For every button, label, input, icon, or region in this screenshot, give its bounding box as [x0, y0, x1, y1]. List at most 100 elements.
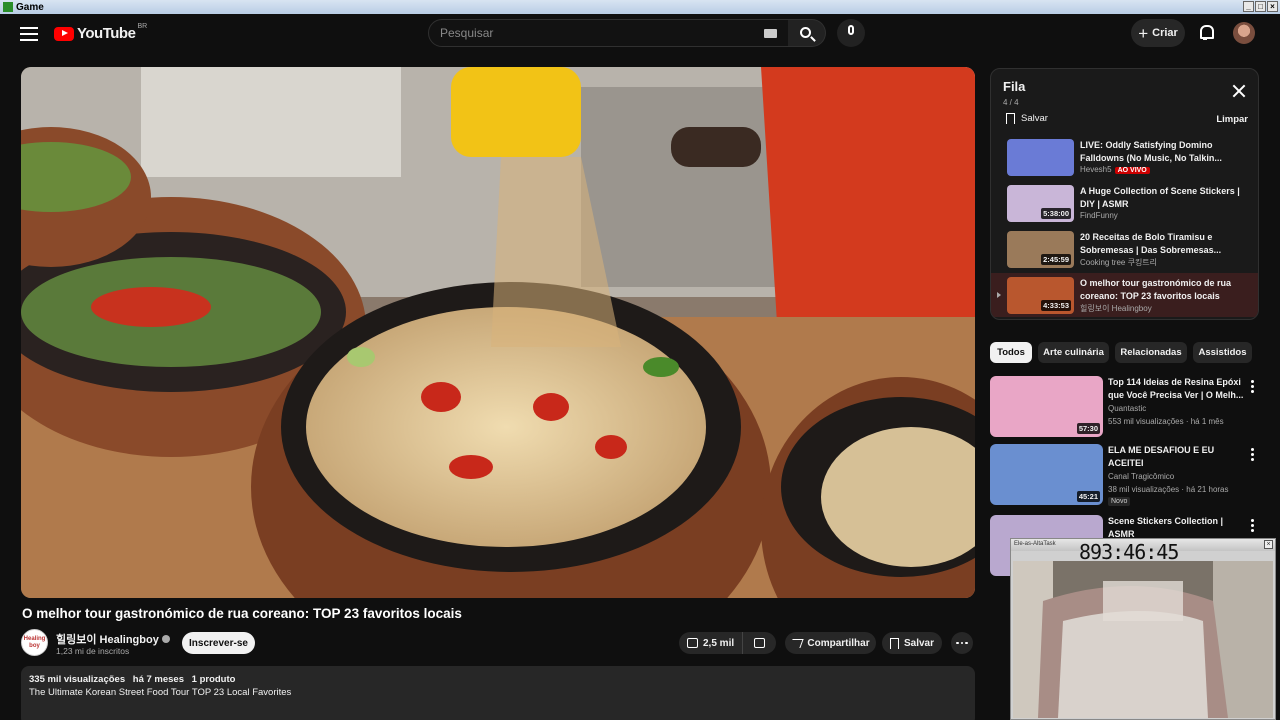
- video-player[interactable]: [21, 67, 975, 598]
- recommendation-channel[interactable]: Canal Tragicômico: [1108, 472, 1174, 481]
- video-title: O melhor tour gastronómico de rua corean…: [22, 606, 462, 621]
- recommendation-thumbnail[interactable]: 57:30: [990, 376, 1103, 437]
- plus-icon: +: [1138, 23, 1149, 43]
- product-count[interactable]: 1 produto: [192, 674, 236, 685]
- verified-badge-icon: [161, 635, 170, 643]
- new-badge: Novo: [1108, 497, 1131, 506]
- like-button[interactable]: 2,5 mil: [679, 632, 743, 654]
- queue-item-title[interactable]: 20 Receitas de Bolo Tiramisu e Sobremesa…: [1080, 231, 1245, 257]
- logo-country-code: BR: [137, 23, 148, 30]
- recommendation-duration: 57:30: [1076, 423, 1100, 434]
- create-label: Criar: [1152, 27, 1178, 39]
- queue-channel-name: FindFunny: [1080, 211, 1118, 220]
- now-playing-icon: [997, 292, 1001, 298]
- chip-relacionadas[interactable]: Relacionadas: [1115, 342, 1187, 363]
- minimize-button[interactable]: _: [1243, 1, 1254, 12]
- save-label: Salvar: [903, 637, 935, 649]
- window-title-bar: Game _ □ ×: [0, 0, 1280, 14]
- account-avatar[interactable]: [1233, 22, 1255, 44]
- queue-item-title[interactable]: LIVE: Oddly Satisfying Domino Falldowns …: [1080, 139, 1245, 165]
- queue-thumbnail[interactable]: [1007, 139, 1074, 176]
- thumbs-down-icon: [754, 638, 765, 648]
- queue-item-channel: Cooking tree 쿠킹트리: [1080, 257, 1157, 268]
- queue-clear-button[interactable]: Limpar: [1216, 114, 1248, 125]
- search-button[interactable]: [788, 19, 826, 47]
- chip-arte-culinaria[interactable]: Arte culinária: [1038, 342, 1109, 363]
- queue-count: 4 / 4: [1003, 98, 1019, 107]
- channel-name[interactable]: 힐링보이 Healingboy: [56, 631, 170, 647]
- webcam-close-button[interactable]: ×: [1264, 540, 1273, 549]
- share-button[interactable]: Compartilhar: [785, 632, 876, 654]
- queue-item[interactable]: 5:38:00 A Huge Collection of Scene Sticke…: [991, 181, 1258, 225]
- view-count: 335 mil visualizações: [29, 674, 126, 685]
- queue-thumbnail[interactable]: 4:33:53: [1007, 277, 1074, 314]
- dislike-button[interactable]: [743, 638, 776, 648]
- close-window-button[interactable]: ×: [1267, 1, 1278, 12]
- queue-item[interactable]: 2:45:59 20 Receitas de Bolo Tiramisu e So…: [991, 227, 1258, 271]
- search-icon: [800, 27, 811, 38]
- like-count: 2,5 mil: [703, 637, 735, 649]
- recommendation-channel[interactable]: Quantastic: [1108, 404, 1146, 413]
- maximize-button[interactable]: □: [1255, 1, 1266, 12]
- webcam-feed: [1013, 561, 1273, 718]
- recommendation-item[interactable]: 45:21 ELA ME DESAFIOU E EU ACEITEI Canal T…: [990, 444, 1262, 508]
- more-vert-icon[interactable]: [1251, 519, 1254, 532]
- recommendation-duration: 45:21: [1076, 491, 1100, 502]
- search-input[interactable]: [440, 26, 740, 40]
- description-box[interactable]: 335 mil visualizações há 7 meses 1 produ…: [21, 666, 975, 720]
- voice-search-button[interactable]: [837, 19, 865, 47]
- recommendation-meta: 38 mil visualizações · há 21 horas: [1108, 485, 1229, 494]
- queue-item-channel: 힐링보이 Healingboy: [1080, 303, 1152, 314]
- queue-thumbnail[interactable]: 2:45:59: [1007, 231, 1074, 268]
- hamburger-icon[interactable]: [20, 27, 38, 41]
- queue-item-channel: Hevesh5 AO VIVO: [1080, 165, 1150, 174]
- channel-avatar[interactable]: Healing boy: [21, 629, 48, 656]
- like-dislike-group: 2,5 mil: [679, 632, 776, 654]
- masthead: YouTube BR + Criar: [0, 14, 1280, 56]
- description-text: The Ultimate Korean Street Food Tour TOP…: [29, 687, 292, 698]
- youtube-logo[interactable]: YouTube BR: [54, 23, 148, 42]
- close-icon[interactable]: [1232, 84, 1246, 98]
- recommendation-title[interactable]: Top 114 Ideias de Resina Epóxi que Você …: [1108, 376, 1244, 402]
- create-button[interactable]: + Criar: [1131, 19, 1185, 47]
- subscribe-button[interactable]: Inscrever-se: [182, 632, 255, 654]
- notifications-bell-icon[interactable]: [1198, 25, 1214, 40]
- queue-channel-name: 힐링보이 Healingboy: [1080, 304, 1152, 313]
- chip-todos[interactable]: Todos: [990, 342, 1032, 363]
- share-label: Compartilhar: [807, 637, 870, 649]
- queue-title: Fila: [1003, 79, 1026, 94]
- queue-item[interactable]: LIVE: Oddly Satisfying Domino Falldowns …: [991, 135, 1258, 179]
- queue-save-button[interactable]: Salvar: [1006, 113, 1048, 124]
- session-timer: 893:46:45: [1079, 540, 1179, 564]
- recommendation-meta: 553 mil visualizações · há 1 mês: [1108, 417, 1224, 426]
- queue-channel-name: Hevesh5: [1080, 165, 1112, 174]
- recommendation-item[interactable]: 57:30 Top 114 Ideias de Resina Epóxi que …: [990, 376, 1262, 440]
- save-button[interactable]: Salvar: [882, 632, 942, 654]
- search-box: [428, 19, 790, 47]
- share-arrow-icon: [789, 638, 805, 648]
- queue-panel: Fila 4 / 4 Salvar Limpar LIVE: Oddly Sat…: [990, 68, 1259, 320]
- queue-item-channel: FindFunny: [1080, 211, 1118, 220]
- app-icon: [3, 2, 13, 12]
- more-actions-button[interactable]: [951, 632, 973, 654]
- queue-thumbnail[interactable]: 5:38:00: [1007, 185, 1074, 222]
- keyboard-icon[interactable]: [764, 29, 777, 38]
- bookmark-icon: [889, 637, 899, 649]
- recommendation-thumbnail[interactable]: 45:21: [990, 444, 1103, 505]
- recommendation-title[interactable]: ELA ME DESAFIOU E EU ACEITEI: [1108, 444, 1244, 470]
- more-vert-icon[interactable]: [1251, 448, 1254, 461]
- webcam-title: Ele-as-AltaTask: [1014, 541, 1056, 547]
- webcam-overlay-window: Ele-as-AltaTask ×: [1010, 538, 1276, 720]
- chip-assistidos[interactable]: Assistidos: [1193, 342, 1252, 363]
- queue-item-title[interactable]: A Huge Collection of Scene Stickers | DI…: [1080, 185, 1245, 211]
- more-vert-icon[interactable]: [1251, 380, 1254, 393]
- channel-name-text[interactable]: 힐링보이 Healingboy: [56, 631, 159, 647]
- queue-item[interactable]: 4:33:53 O melhor tour gastronómico de rua…: [991, 273, 1258, 317]
- queue-item-title[interactable]: O melhor tour gastronómico de rua corean…: [1080, 277, 1245, 303]
- queue-duration: 2:45:59: [1041, 254, 1071, 265]
- live-badge: AO VIVO: [1114, 167, 1150, 174]
- queue-save-label: Salvar: [1021, 113, 1048, 124]
- thumbs-up-icon: [687, 638, 698, 648]
- youtube-play-icon: [54, 26, 74, 41]
- bookmark-icon: [1006, 113, 1015, 124]
